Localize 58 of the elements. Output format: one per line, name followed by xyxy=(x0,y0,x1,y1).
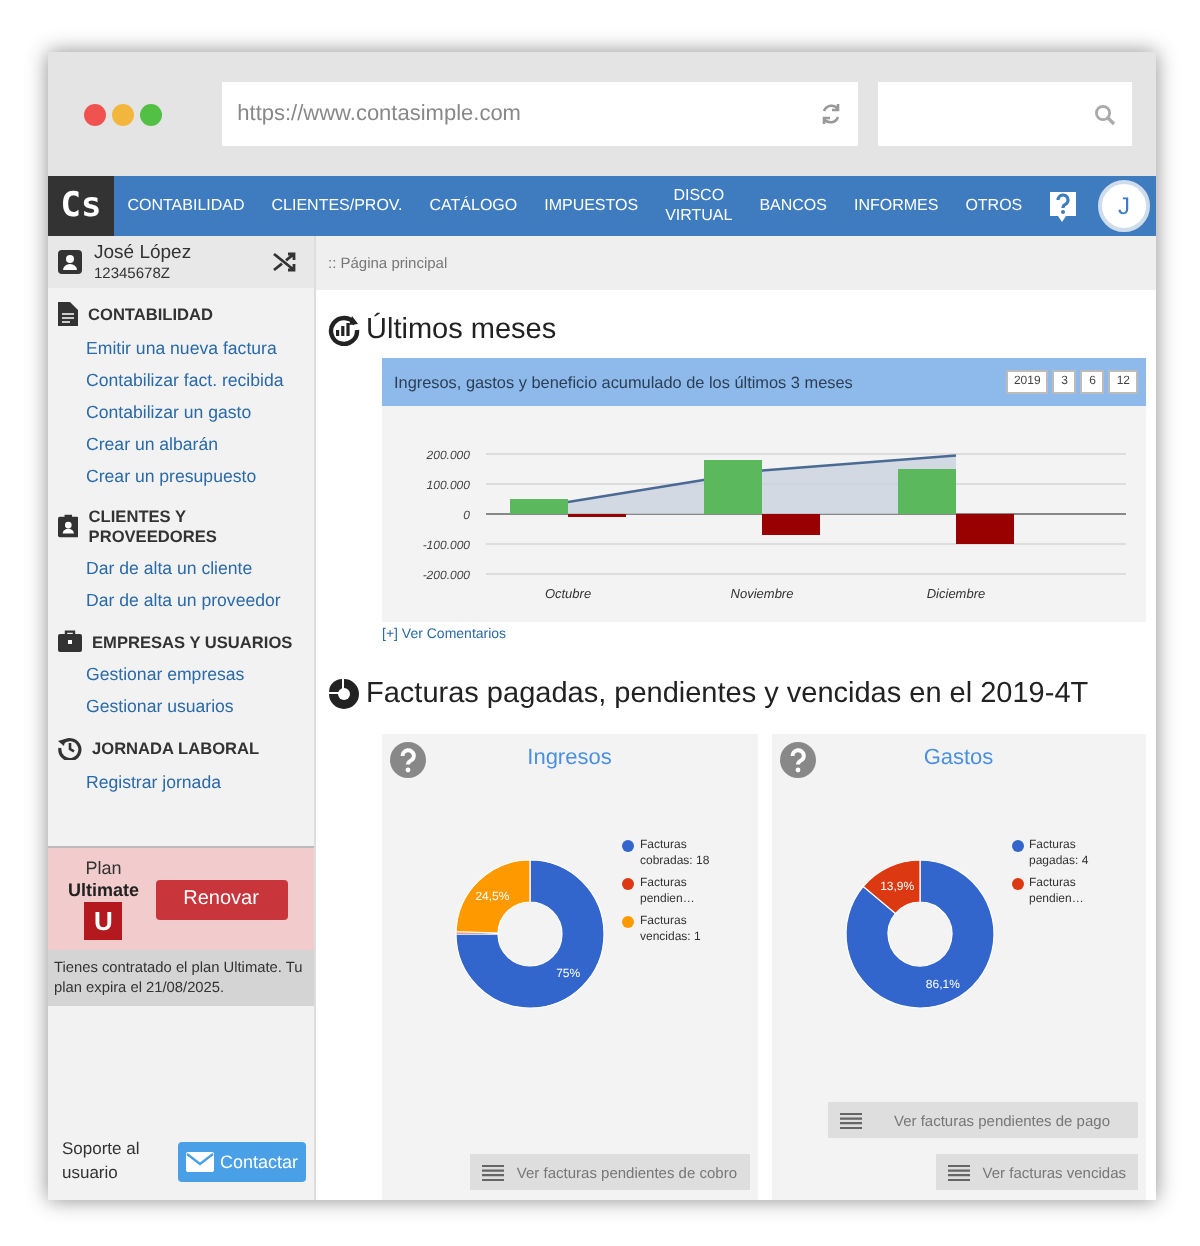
sidebar-link[interactable]: Dar de alta un cliente xyxy=(48,552,314,584)
nav-menu-item[interactable]: CATÁLOGO xyxy=(429,196,518,216)
sidebar-link[interactable]: Contabilizar un gasto xyxy=(48,396,314,428)
nav-menu-item[interactable]: CLIENTES/PROV. xyxy=(271,196,403,216)
sidebar-link[interactable]: Registrar jornada xyxy=(48,766,314,798)
document-icon xyxy=(58,302,78,326)
sidebar-link[interactable]: Contabilizar fact. recibida xyxy=(48,364,314,396)
card-title: Ingresos xyxy=(527,746,612,770)
support-label: Soporte al usuario xyxy=(62,1138,142,1186)
sidebar-link[interactable]: Emitir una nueva factura xyxy=(48,332,314,364)
chart-title: Ingresos, gastos y beneficio acumulado de los últimos 3 meses xyxy=(394,373,853,391)
list-icon xyxy=(839,1111,861,1129)
briefcase-icon xyxy=(58,630,82,652)
sidebar-section-title: CONTABILIDAD xyxy=(88,304,214,324)
sidebar-section-title: EMPRESAS Y USUARIOS xyxy=(92,631,293,651)
help-icon[interactable] xyxy=(779,742,815,778)
pie-chart-icon xyxy=(328,678,360,710)
history-icon xyxy=(58,736,82,760)
app-logo[interactable]: Cs xyxy=(48,176,114,236)
plan-badge: U xyxy=(84,902,123,940)
nav-menu-item[interactable]: OTROS xyxy=(965,196,1023,216)
minimize-window-icon[interactable] xyxy=(112,103,134,125)
address-bar[interactable]: https://www.contasimple.com xyxy=(221,82,858,146)
user-name: José López xyxy=(94,242,194,264)
contact-button[interactable]: Contactar xyxy=(177,1142,306,1183)
sidebar-link[interactable]: Gestionar usuarios xyxy=(48,690,314,722)
help-icon[interactable] xyxy=(390,742,426,778)
id-badge-icon xyxy=(58,514,79,538)
user-avatar[interactable]: J xyxy=(1098,180,1150,232)
sidebar-link[interactable]: Dar de alta un proveedor xyxy=(48,584,314,616)
nav-menu-item[interactable]: DISCO VIRTUAL xyxy=(665,186,733,226)
close-window-icon[interactable] xyxy=(84,103,106,125)
section-heading: Últimos meses xyxy=(366,314,557,346)
renew-button[interactable]: Renovar xyxy=(155,879,288,919)
nav-menu-item[interactable]: CONTABILIDAD xyxy=(127,196,245,216)
search-icon xyxy=(1094,103,1117,125)
card-title: Gastos xyxy=(923,746,994,770)
list-icon xyxy=(482,1163,505,1181)
shuffle-icon[interactable] xyxy=(272,250,298,274)
plan-label: Plan xyxy=(85,858,122,878)
nav-menu-item[interactable]: IMPUESTOS xyxy=(544,196,639,216)
list-icon xyxy=(948,1163,971,1181)
chart-cycle-icon xyxy=(328,314,360,346)
browser-search-field[interactable] xyxy=(877,82,1133,146)
sidebar-section-title: CLIENTES Y PROVEEDORES xyxy=(88,506,219,546)
nav-menu-item[interactable]: INFORMES xyxy=(853,196,939,216)
help-icon[interactable] xyxy=(1048,189,1078,223)
envelope-icon xyxy=(185,1152,214,1173)
maximize-window-icon[interactable] xyxy=(140,103,162,125)
sidebar-link[interactable]: Gestionar empresas xyxy=(48,658,314,690)
sidebar-link[interactable]: Crear un presupuesto xyxy=(48,460,314,492)
nav-menu-item[interactable]: BANCOS xyxy=(759,196,827,216)
section-heading: Facturas pagadas, pendientes y vencidas en el 2019-4T xyxy=(366,678,1089,710)
plan-name: Ultimate xyxy=(68,880,140,900)
sidebar-link[interactable]: Crear un albarán xyxy=(48,428,314,460)
contact-card-icon xyxy=(58,250,82,274)
refresh-icon[interactable] xyxy=(819,102,842,126)
sidebar-section-title: JORNADA LABORAL xyxy=(92,738,260,758)
